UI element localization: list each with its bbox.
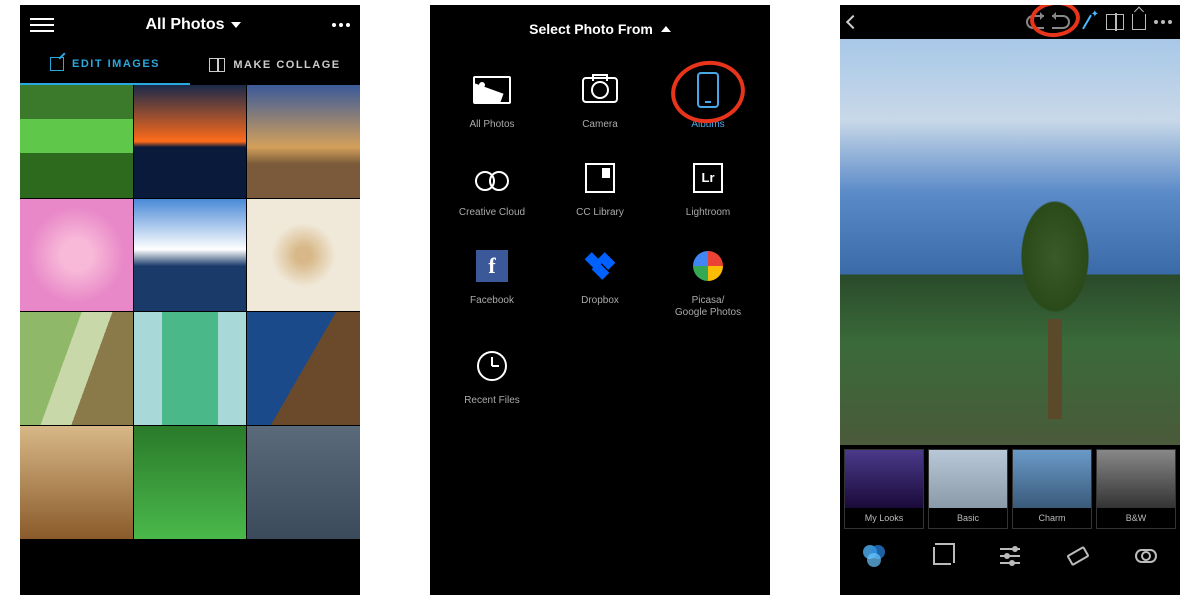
source-label: All Photos xyxy=(469,119,514,131)
source-dropbox[interactable]: Dropbox xyxy=(546,247,654,319)
source-recent-files[interactable]: Recent Files xyxy=(438,347,546,407)
lightroom-icon: Lr xyxy=(693,163,723,193)
source-picasa[interactable]: Picasa/ Google Photos xyxy=(654,247,762,319)
collage-icon xyxy=(209,58,225,72)
tab-collage-label: MAKE COLLAGE xyxy=(233,59,340,71)
photo-thumbnail[interactable] xyxy=(20,312,133,425)
photo-thumbnail[interactable] xyxy=(247,199,360,312)
look-basic[interactable]: Basic xyxy=(928,449,1008,529)
source-label: Camera xyxy=(582,119,618,131)
source-label: Creative Cloud xyxy=(459,207,525,219)
tool-crop[interactable] xyxy=(929,543,955,569)
menu-icon[interactable] xyxy=(30,18,54,32)
photo-thumbnail[interactable] xyxy=(134,199,247,312)
look-bw[interactable]: B&W xyxy=(1096,449,1176,529)
editor-topbar xyxy=(840,5,1180,39)
phone-icon xyxy=(697,72,719,108)
gallery-topbar: All Photos xyxy=(20,5,360,45)
chevron-left-icon xyxy=(846,15,860,29)
source-label: Dropbox xyxy=(581,295,619,307)
photo-thumbnail[interactable] xyxy=(20,426,133,539)
look-preview xyxy=(929,450,1007,508)
dropbox-icon xyxy=(583,252,617,280)
clock-icon xyxy=(477,351,507,381)
tab-edit-images[interactable]: EDIT IMAGES xyxy=(20,45,190,85)
tool-adjust[interactable] xyxy=(997,543,1023,569)
eye-icon xyxy=(1135,549,1157,563)
photo-content xyxy=(990,169,1120,419)
photo-thumbnail[interactable] xyxy=(134,312,247,425)
compare-icon xyxy=(1106,14,1124,30)
source-header-text: Select Photo From xyxy=(529,21,653,37)
photos-icon xyxy=(473,76,511,104)
source-label: Facebook xyxy=(470,295,514,307)
gallery-title-text: All Photos xyxy=(145,16,224,34)
source-label: CC Library xyxy=(576,207,624,219)
crop-icon xyxy=(933,547,951,565)
creative-cloud-icon xyxy=(472,165,512,191)
look-label: B&W xyxy=(1126,508,1147,528)
screen-editor: My Looks Basic Charm B&W xyxy=(840,5,1180,595)
photo-thumbnail[interactable] xyxy=(134,85,247,198)
picasa-icon xyxy=(693,251,723,281)
gallery-title-dropdown[interactable]: All Photos xyxy=(145,16,240,34)
source-lightroom[interactable]: Lr Lightroom xyxy=(654,159,762,219)
auto-enhance-button[interactable] xyxy=(1078,12,1098,32)
source-grid: All Photos Camera Albums Creative Cloud … xyxy=(430,53,770,425)
compare-button[interactable] xyxy=(1106,14,1124,30)
edit-icon xyxy=(50,57,64,71)
look-label: Basic xyxy=(957,508,979,528)
source-creative-cloud[interactable]: Creative Cloud xyxy=(438,159,546,219)
camera-icon xyxy=(582,77,618,103)
filters-icon xyxy=(863,545,885,567)
magic-wand-icon xyxy=(1078,12,1098,32)
source-cc-library[interactable]: CC Library xyxy=(546,159,654,219)
look-preview xyxy=(1013,450,1091,508)
chevron-up-icon xyxy=(661,26,671,32)
look-label: Charm xyxy=(1038,508,1065,528)
photo-thumbnail[interactable] xyxy=(247,85,360,198)
look-label: My Looks xyxy=(865,508,904,528)
tool-redeye[interactable] xyxy=(1133,543,1159,569)
tool-erase[interactable] xyxy=(1065,543,1091,569)
share-button[interactable] xyxy=(1132,14,1146,30)
photo-thumbnail[interactable] xyxy=(247,312,360,425)
source-camera[interactable]: Camera xyxy=(546,71,654,131)
source-label: Recent Files xyxy=(464,395,520,407)
eraser-icon xyxy=(1066,546,1089,566)
source-all-photos[interactable]: All Photos xyxy=(438,71,546,131)
tool-filters[interactable] xyxy=(861,543,887,569)
look-charm[interactable]: Charm xyxy=(1012,449,1092,529)
photo-thumbnail[interactable] xyxy=(247,426,360,539)
look-preview xyxy=(1097,450,1175,508)
screen-all-photos: All Photos EDIT IMAGES MAKE COLLAGE xyxy=(20,5,360,595)
source-albums[interactable]: Albums xyxy=(654,71,762,131)
screen-select-source: Select Photo From All Photos Camera Albu… xyxy=(430,5,770,595)
editor-canvas[interactable] xyxy=(840,39,1180,445)
photo-grid xyxy=(20,85,360,539)
source-header[interactable]: Select Photo From xyxy=(430,5,770,53)
photo-thumbnail[interactable] xyxy=(20,199,133,312)
photo-thumbnail[interactable] xyxy=(20,85,133,198)
source-facebook[interactable]: f Facebook xyxy=(438,247,546,319)
editor-bottombar xyxy=(840,533,1180,579)
sliders-icon xyxy=(1000,548,1020,564)
library-icon xyxy=(585,163,615,193)
gallery-tabs: EDIT IMAGES MAKE COLLAGE xyxy=(20,45,360,85)
chevron-down-icon xyxy=(231,22,241,28)
look-my-looks[interactable]: My Looks xyxy=(844,449,924,529)
tab-make-collage[interactable]: MAKE COLLAGE xyxy=(190,45,360,85)
back-button[interactable] xyxy=(848,17,858,27)
looks-strip: My Looks Basic Charm B&W xyxy=(840,445,1180,533)
source-label: Picasa/ Google Photos xyxy=(675,295,741,319)
more-icon[interactable] xyxy=(332,23,350,27)
source-label: Lightroom xyxy=(686,207,730,219)
share-icon xyxy=(1132,14,1146,30)
tab-edit-label: EDIT IMAGES xyxy=(72,58,160,70)
facebook-icon: f xyxy=(476,250,508,282)
photo-thumbnail[interactable] xyxy=(134,426,247,539)
more-icon[interactable] xyxy=(1154,20,1172,24)
look-preview xyxy=(845,450,923,508)
